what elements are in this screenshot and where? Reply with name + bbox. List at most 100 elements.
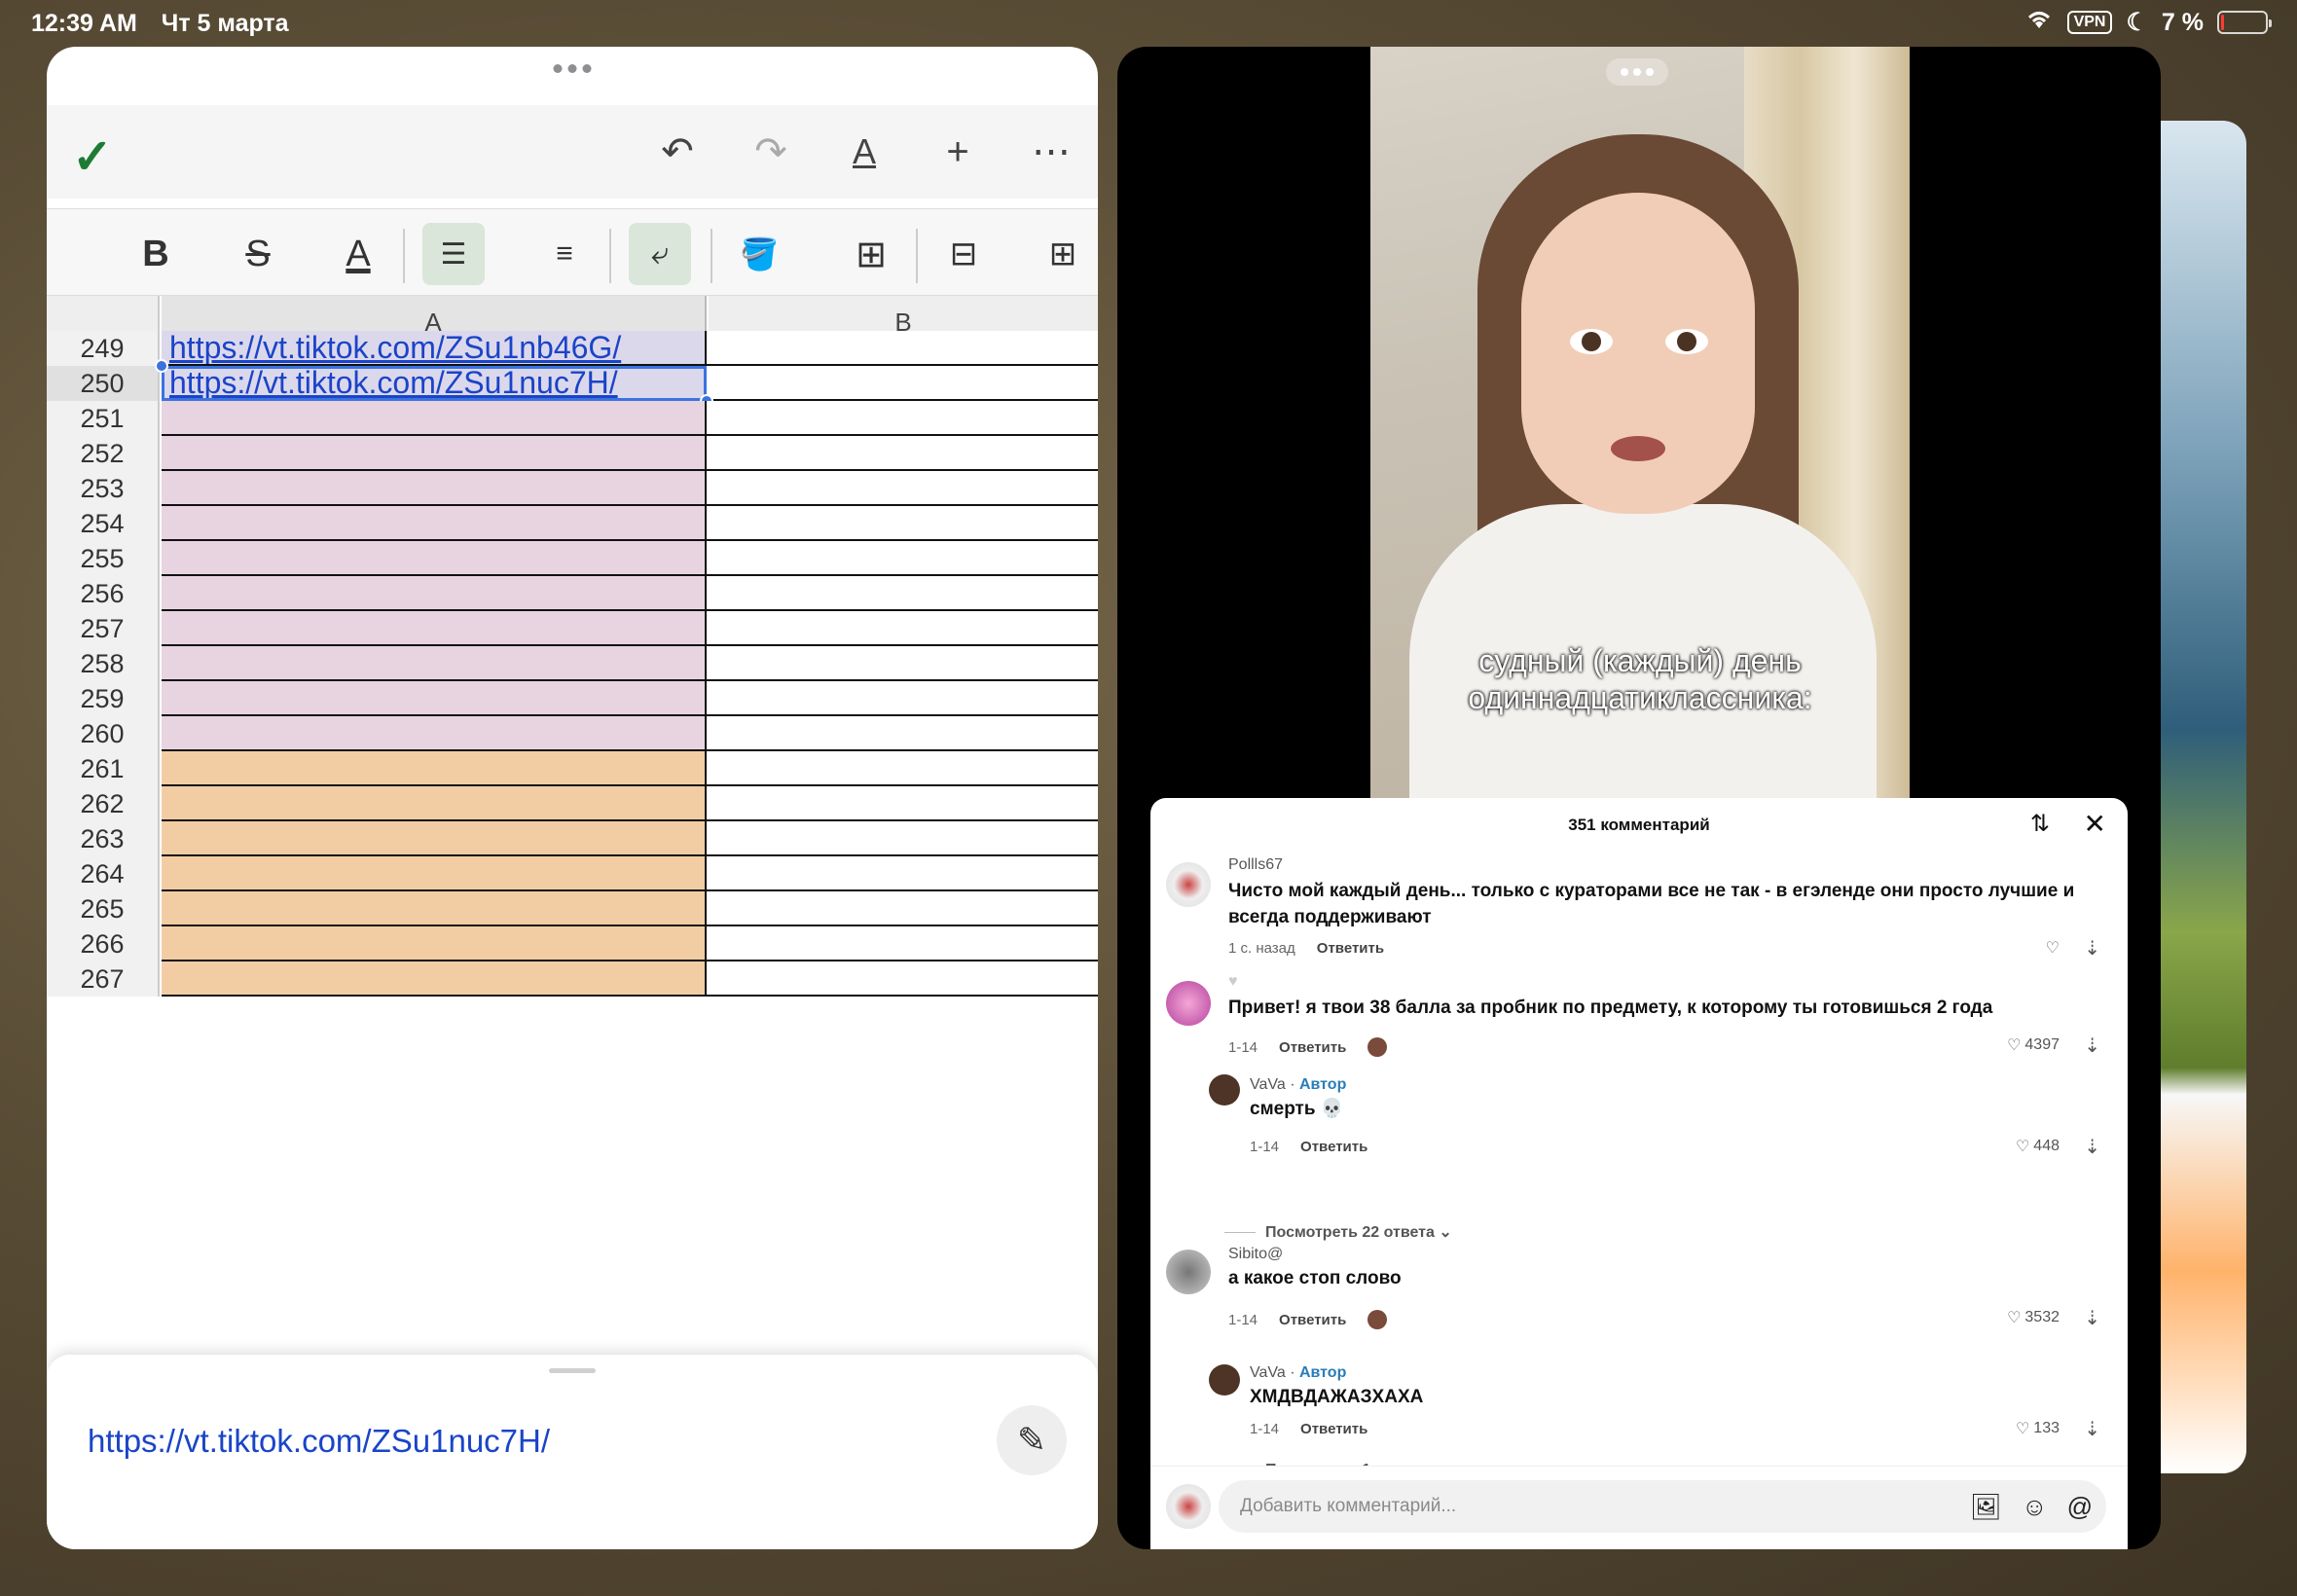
cell-a[interactable] [162,786,707,821]
comment-input[interactable]: Добавить комментарий... 🖼 ☺ @ [1219,1480,2106,1533]
cell-a[interactable] [162,401,707,436]
cell-b[interactable] [707,401,1098,436]
row-header[interactable]: 262 [47,786,160,821]
avatar[interactable] [1166,981,1211,1026]
row-header[interactable]: 258 [47,646,160,681]
cell-b[interactable] [707,681,1098,716]
cell-a[interactable] [162,541,707,576]
cell-b[interactable] [707,471,1098,506]
reply-button[interactable]: Ответить [1300,1421,1367,1437]
borders-icon[interactable]: ⊞ [840,223,902,285]
cell-a[interactable] [162,961,707,997]
row-header[interactable]: 255 [47,541,160,576]
cell-b[interactable] [707,646,1098,681]
comment-username[interactable]: Pollls67 [1228,856,1283,874]
row-header[interactable]: 263 [47,821,160,856]
reply-button[interactable]: Ответить [1279,1312,1346,1328]
reply-button[interactable]: Ответить [1279,1039,1346,1056]
reply-username[interactable]: VaVa [1250,1364,1286,1381]
close-icon[interactable]: ✕ [2084,808,2106,840]
avatar[interactable] [1209,1364,1240,1396]
cell-b[interactable] [707,856,1098,891]
cell-a[interactable]: https://vt.tiktok.com/ZSu1nb46G/ [162,331,707,366]
cell-a[interactable] [162,436,707,471]
cell-b[interactable] [707,331,1098,366]
add-icon[interactable]: + [930,125,985,179]
avatar[interactable] [1209,1074,1240,1106]
strikethrough-icon[interactable]: S [227,223,289,285]
row-header[interactable]: 264 [47,856,160,891]
row-header[interactable]: 254 [47,506,160,541]
image-icon[interactable]: 🖼 [1970,1480,2002,1533]
cell-b[interactable] [707,576,1098,611]
background-app-card[interactable] [2159,121,2246,1473]
cell-b[interactable] [707,716,1098,751]
row-header[interactable]: 260 [47,716,160,751]
cell-a[interactable] [162,926,707,961]
cell-b[interactable] [707,751,1098,786]
cell-b[interactable] [707,786,1098,821]
cell-a[interactable] [162,716,707,751]
cell-a[interactable] [162,856,707,891]
window-grabber[interactable] [1606,58,1668,86]
text-format-icon[interactable]: A [837,125,892,179]
dislike-icon[interactable]: ⇣ [2084,1417,2100,1441]
mention-icon[interactable]: @ [2067,1480,2093,1533]
video-player[interactable]: судный (каждый) день одиннадцатиклассник… [1370,47,1910,798]
selection-handle-start[interactable] [155,359,168,373]
cell-a[interactable] [162,611,707,646]
cell-b[interactable] [707,541,1098,576]
dislike-icon[interactable]: ⇣ [2084,1135,2100,1159]
comment-username[interactable]: Sibito@ [1228,1246,1283,1263]
cell-a[interactable] [162,681,707,716]
view-replies-link[interactable]: Посмотреть 22 ответа ⌄ [1224,1222,1452,1242]
like-icon[interactable]: ♡ [2046,938,2060,958]
cell-b[interactable] [707,891,1098,926]
redo-icon[interactable]: ↷ [744,125,798,179]
window-grabber[interactable] [553,64,592,73]
align-center-icon[interactable]: ≡ [533,223,596,285]
row-header[interactable]: 250 [47,366,160,401]
wrap-text-icon[interactable]: ⤶ [629,223,691,285]
cell-value-link[interactable]: https://vt.tiktok.com/ZSu1nuc7H/ [88,1423,550,1460]
cell-link[interactable]: https://vt.tiktok.com/ZSu1nuc7H/ [169,366,618,399]
insert-row-icon[interactable]: ⊟ [932,223,995,285]
confirm-check-icon[interactable]: ✓ [72,128,113,185]
row-header[interactable]: 261 [47,751,160,786]
spreadsheet-grid[interactable]: A B 249 https://vt.tiktok.com/ZSu1nb46G/2… [47,296,1098,1357]
dislike-icon[interactable]: ⇣ [2084,936,2100,961]
cell-a[interactable] [162,891,707,926]
cell-b[interactable] [707,611,1098,646]
cell-a[interactable] [162,646,707,681]
avatar[interactable] [1166,862,1211,907]
row-header[interactable]: 259 [47,681,160,716]
cell-a[interactable] [162,576,707,611]
insert-column-icon[interactable]: ⊞ [1032,223,1094,285]
cell-a[interactable] [162,471,707,506]
text-color-icon[interactable]: A [327,223,389,285]
dislike-icon[interactable]: ⇣ [2084,1306,2100,1330]
reply-button[interactable]: Ответить [1300,1139,1367,1155]
sort-icon[interactable]: ⇅ [2030,810,2050,838]
row-header[interactable]: 256 [47,576,160,611]
cell-link[interactable]: https://vt.tiktok.com/ZSu1nb46G/ [169,331,621,364]
undo-icon[interactable]: ↶ [650,125,705,179]
bold-icon[interactable]: B [125,223,187,285]
row-header[interactable]: 265 [47,891,160,926]
dislike-icon[interactable]: ⇣ [2084,1034,2100,1058]
cell-a[interactable] [162,751,707,786]
row-header[interactable]: 267 [47,961,160,997]
row-header[interactable]: 253 [47,471,160,506]
cell-a[interactable] [162,821,707,856]
cell-b[interactable] [707,961,1098,997]
cell-b[interactable] [707,506,1098,541]
row-header[interactable]: 252 [47,436,160,471]
cell-a[interactable]: https://vt.tiktok.com/ZSu1nuc7H/ [162,366,707,401]
cell-a[interactable] [162,506,707,541]
fill-color-icon[interactable]: 🪣 [728,223,790,285]
edit-pencil-button[interactable]: ✎ [997,1405,1067,1475]
reply-username[interactable]: VaVa [1250,1076,1286,1093]
row-header[interactable]: 257 [47,611,160,646]
cell-b[interactable] [707,821,1098,856]
cell-b[interactable] [707,436,1098,471]
